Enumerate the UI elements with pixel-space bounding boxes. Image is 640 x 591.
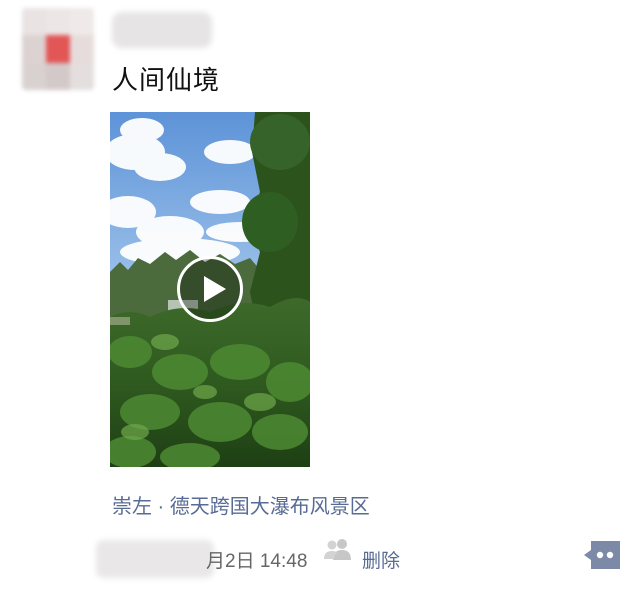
time-blurred-prefix [96, 540, 214, 578]
video-thumbnail[interactable] [110, 112, 310, 467]
play-icon [204, 276, 226, 302]
location-link[interactable]: 崇左 · 德天跨国大瀑布风景区 [112, 490, 370, 519]
post-text: 人间仙境 [112, 65, 221, 95]
avatar[interactable] [22, 8, 94, 90]
play-button[interactable] [177, 256, 243, 322]
people-icon [324, 539, 351, 560]
comment-more-icon[interactable] [584, 541, 620, 569]
delete-button[interactable]: 删除 [362, 546, 400, 573]
post-time: 月2日 14:48 [206, 551, 308, 572]
username-blurred[interactable] [112, 12, 212, 48]
